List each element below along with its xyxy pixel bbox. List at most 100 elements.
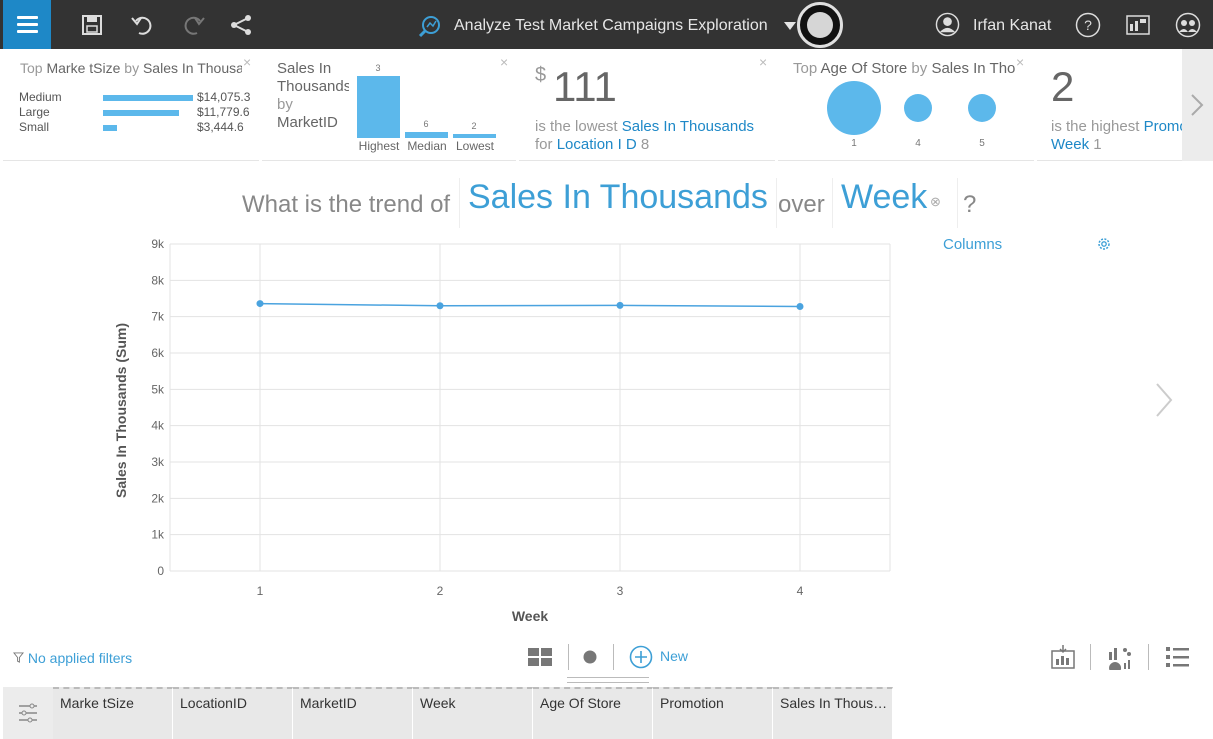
report-icon[interactable] xyxy=(1125,12,1151,38)
series-line xyxy=(259,302,801,308)
record-button[interactable] xyxy=(797,2,843,48)
add-to-report-icon[interactable] xyxy=(1050,644,1076,670)
bubble xyxy=(967,93,997,123)
filters-link[interactable]: No applied filters xyxy=(12,650,132,666)
data-point xyxy=(256,300,264,308)
x-tick-label: 2 xyxy=(437,584,444,598)
table-column-header[interactable]: Marke tSize xyxy=(53,687,173,739)
columns-link[interactable]: Columns xyxy=(943,236,1002,253)
table-column-header[interactable]: Week xyxy=(413,687,533,739)
close-icon[interactable]: × xyxy=(1016,54,1024,70)
data-point xyxy=(616,301,624,309)
divider xyxy=(1148,644,1149,670)
table-column-header[interactable]: LocationID xyxy=(173,687,293,739)
hamburger-icon-line xyxy=(17,30,38,33)
card-title-dimension: Age Of Store xyxy=(820,60,908,77)
row-label: Small xyxy=(19,120,50,134)
cards-next-button[interactable] xyxy=(1182,49,1213,161)
user-avatar-icon[interactable] xyxy=(935,12,960,37)
table-column-header[interactable]: MarketID xyxy=(293,687,413,739)
caption-value: 1 xyxy=(1093,136,1102,153)
redo-icon[interactable] xyxy=(180,12,206,38)
y-tick-label: 2k xyxy=(151,491,165,505)
panel-drag-handle[interactable] xyxy=(567,677,649,683)
clear-icon[interactable]: ⊗ xyxy=(930,194,941,210)
menu-button[interactable] xyxy=(3,0,51,49)
data-point xyxy=(796,302,804,310)
bar-label: Median xyxy=(407,139,447,153)
insight-card-top-age-of-store[interactable]: Top Age Of Store by Sales In Thousands ×… xyxy=(778,49,1034,161)
x-tick-label: 4 xyxy=(797,584,804,598)
bubble-label: 4 xyxy=(915,138,921,149)
card-title-by: by xyxy=(911,60,928,77)
row-bar xyxy=(103,95,193,101)
new-button[interactable]: New xyxy=(660,648,688,664)
row-value: $11,779.6 xyxy=(197,105,250,119)
undo-icon[interactable] xyxy=(130,12,156,38)
divider xyxy=(613,644,614,670)
card-title-line: Sales In xyxy=(277,60,332,77)
card-title: Sales In Thousands by MarketID xyxy=(277,60,355,132)
table-column-header[interactable]: Age Of Store xyxy=(533,687,653,739)
kpi-caption: is the lowest Sales In Thousands xyxy=(535,118,754,135)
kpi-value: 111 xyxy=(553,63,617,110)
caption-measure: Sales In Thousands xyxy=(621,118,755,135)
bar-id: 2 xyxy=(471,120,477,131)
bar-id: 6 xyxy=(423,118,429,129)
add-icon[interactable] xyxy=(629,645,653,669)
card-title: Top Age Of Store by Sales In Thousands xyxy=(793,60,1015,77)
chevron-down-icon[interactable] xyxy=(784,22,796,30)
collaborators-icon[interactable] xyxy=(1175,12,1201,38)
hamburger-icon-line xyxy=(17,16,38,19)
chevron-right-icon xyxy=(1191,94,1204,116)
y-tick-label: 1k xyxy=(151,528,165,542)
bar xyxy=(357,76,400,138)
insight-card-highest-promotion[interactable]: 2 is the highest Promotion Week 1 xyxy=(1037,49,1182,161)
y-axis-title: Sales In Thousands (Sum) xyxy=(113,323,129,498)
chevron-right-icon[interactable] xyxy=(1153,380,1177,420)
y-tick-label: 3k xyxy=(151,455,165,469)
row-value: $14,075.3 xyxy=(197,90,251,104)
table-column-header[interactable]: Promotion xyxy=(653,687,773,739)
user-name[interactable]: Irfan Kanat xyxy=(973,17,1051,35)
chart-type-icon[interactable] xyxy=(1107,644,1133,674)
close-icon[interactable]: × xyxy=(500,54,508,70)
close-icon[interactable]: × xyxy=(243,54,251,70)
insight-card-lowest-sales[interactable]: $ 111 × is the lowest Sales In Thousands… xyxy=(519,49,775,161)
card-title-measure: Sales In Thousands xyxy=(931,60,1015,77)
divider xyxy=(568,644,569,670)
y-tick-label: 7k xyxy=(151,310,165,324)
card-title-prefix: Top xyxy=(793,60,818,77)
sliders-icon xyxy=(19,703,37,723)
bar-label: Highest xyxy=(358,139,400,153)
gear-icon[interactable] xyxy=(1096,236,1112,252)
row-bar xyxy=(103,125,118,131)
close-icon[interactable]: × xyxy=(759,54,767,70)
kpi-caption: for Location I D 8 xyxy=(535,136,649,153)
grid-view-icon[interactable] xyxy=(527,647,553,667)
question-connector: over xyxy=(778,191,825,218)
insight-card-sales-by-marketid[interactable]: Sales In Thousands by MarketID × 3 Highe… xyxy=(262,49,516,161)
question-bar: What is the trend of Sales In Thousands … xyxy=(0,174,1213,230)
table-settings-button[interactable] xyxy=(3,687,53,739)
caption-dimension: Week xyxy=(1051,136,1090,153)
list-view-icon[interactable] xyxy=(1165,644,1191,670)
kpi-caption: Week 1 xyxy=(1051,136,1102,153)
insight-card-top-marketsize[interactable]: Top Marke tSize by Sales In Thousands × … xyxy=(3,49,259,161)
table-column-header[interactable]: Sales In Thous… xyxy=(773,687,893,739)
line-chart: 0 1k 2k 3k 4k 5k 6k 7k 8k 9k 1 2 3 4 Week Sales In Thou… xyxy=(113,237,891,624)
bar xyxy=(453,133,496,138)
measure-selector[interactable]: Sales In Thousands xyxy=(459,178,777,228)
x-tick-label: 3 xyxy=(617,584,624,598)
caption-text: is the lowest xyxy=(535,118,618,135)
bubble xyxy=(903,93,933,123)
single-view-icon[interactable] xyxy=(582,649,598,665)
share-icon[interactable] xyxy=(228,12,254,38)
bar-id: 3 xyxy=(375,63,381,73)
save-icon[interactable] xyxy=(79,12,105,38)
exploration-icon xyxy=(416,12,444,40)
svg-text:?: ? xyxy=(1084,17,1092,33)
help-icon[interactable]: ? xyxy=(1075,12,1101,38)
card-title-line: MarketID xyxy=(277,114,338,131)
bubble-label: 5 xyxy=(979,138,985,149)
